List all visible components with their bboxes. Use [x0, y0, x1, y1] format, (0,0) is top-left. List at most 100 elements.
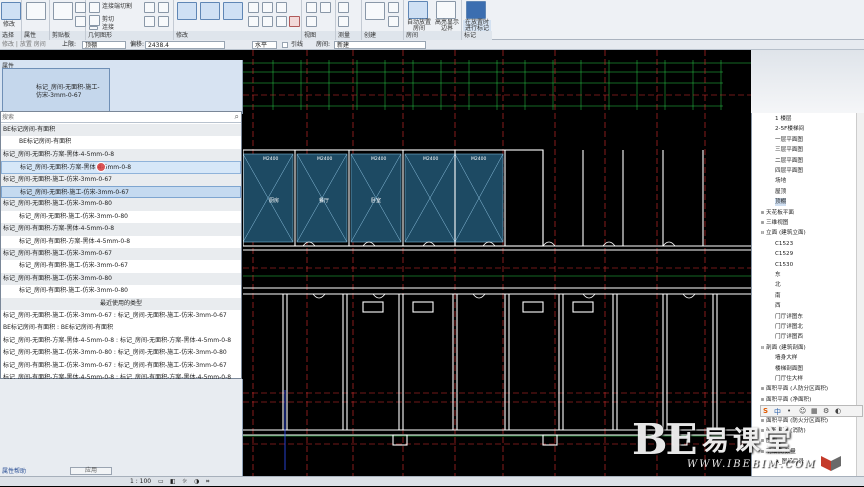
- type-option[interactable]: 标记_房间-无面积-施工-仿宋-3mm-0-80 : 标记_房间-无面积-施工-…: [1, 347, 241, 359]
- dimension-icon[interactable]: [338, 16, 349, 27]
- browser-tree-item[interactable]: 场地: [775, 177, 786, 185]
- measure-icon[interactable]: [338, 2, 349, 13]
- copy-icon[interactable]: [75, 16, 86, 27]
- mirror-icon[interactable]: [223, 2, 243, 20]
- project-browser-scrollbar[interactable]: [856, 113, 864, 486]
- cut-icon[interactable]: [75, 2, 86, 13]
- browser-tree-item[interactable]: ⊟ 剖面 (建筑剖面): [761, 344, 806, 352]
- leader-checkbox[interactable]: [282, 42, 288, 48]
- apply-button[interactable]: 应用: [70, 467, 112, 475]
- browser-tree-item[interactable]: 楼梯剖面图: [775, 365, 803, 373]
- type-option[interactable]: 标记_房间-无面积-方案-黑体-4-5mm-0-8: [1, 161, 241, 174]
- browser-tree-item[interactable]: 三层平面图: [775, 146, 803, 154]
- browser-tree-item[interactable]: 北: [775, 281, 781, 289]
- tag-on-placement-icon[interactable]: [466, 1, 486, 19]
- copy-element-icon[interactable]: [262, 2, 273, 13]
- browser-tree-item[interactable]: 二层平面图: [775, 157, 803, 165]
- browser-tree-item[interactable]: 1 楼层: [775, 115, 792, 123]
- type-option[interactable]: 标记_房间-无面积-方案-黑体-4-5mm-0-8 : 标记_房间-无面积-方案…: [1, 335, 241, 347]
- type-option[interactable]: 标记_房间-有面积-施工-仿宋-3mm-0-67: [1, 260, 241, 272]
- type-search-input[interactable]: [2, 113, 227, 122]
- properties-help-link[interactable]: 属性帮助: [2, 466, 26, 475]
- browser-tree-item[interactable]: 门厅详图东: [775, 313, 803, 321]
- browser-tree-item[interactable]: ⊞ 面积平面 (净面积): [761, 396, 811, 404]
- browser-tree-item[interactable]: ⊟ 立面 (建筑立面): [761, 229, 806, 237]
- create-part-icon[interactable]: [365, 2, 385, 20]
- modify-arrow-icon[interactable]: [1, 2, 21, 20]
- type-option[interactable]: 标记_房间-有面积-施工-仿宋-3mm-0-67 : 标记_房间-有面积-施工-…: [1, 360, 241, 372]
- browser-tree-item[interactable]: 墙身大样: [775, 354, 797, 362]
- type-option[interactable]: 标记_房间-无面积-施工-仿宋-3mm-0-67: [1, 186, 241, 199]
- search-icon[interactable]: ⌕: [235, 112, 239, 122]
- browser-tree-item[interactable]: 四层平面图: [775, 167, 803, 175]
- align-icon[interactable]: [177, 2, 197, 20]
- move-icon[interactable]: [248, 2, 259, 13]
- expand-icon[interactable]: ⊞: [761, 397, 764, 403]
- browser-tree-item[interactable]: 门厅详图西: [775, 333, 803, 341]
- type-option[interactable]: BE标记房间-有面积 : BE标记房间-有面积: [1, 322, 241, 334]
- drawing-canvas[interactable]: M2400 M2400 M2400 M2400 M2400 厨房 餐厅 卧室: [243, 50, 751, 476]
- highlight-boundary-icon[interactable]: [436, 1, 456, 19]
- auto-place-room-icon[interactable]: [408, 1, 428, 19]
- upper-limit-select[interactable]: 顶棚: [82, 41, 126, 49]
- expand-icon[interactable]: ⊞: [761, 210, 764, 216]
- expand-icon[interactable]: ⊞: [761, 220, 764, 226]
- properties-icon[interactable]: [26, 2, 46, 20]
- ribbon-group-label: 修改: [174, 31, 301, 40]
- type-option[interactable]: 标记_房间-无面积-施工-仿宋-3mm-0-67 : 标记_房间-无面积-施工-…: [1, 310, 241, 322]
- collapse-icon[interactable]: ⊟: [761, 345, 764, 351]
- type-option[interactable]: 标记_房间-有面积-施工-仿宋-3mm-0-80: [1, 285, 241, 297]
- browser-tree-item[interactable]: 屋顶: [775, 188, 786, 196]
- browser-tree-item[interactable]: ⊞ 面积平面 (人防分区面积): [761, 385, 828, 393]
- emoji-icon[interactable]: ☺: [799, 407, 806, 415]
- browser-tree-item[interactable]: 门厅详图北: [775, 323, 803, 331]
- browser-tree-item[interactable]: C1530: [775, 261, 793, 269]
- orientation-select[interactable]: 水平: [252, 41, 277, 49]
- override-icon[interactable]: [320, 2, 331, 13]
- rotate-icon[interactable]: [276, 2, 287, 13]
- browser-tree-item[interactable]: C1523: [775, 240, 793, 248]
- type-option[interactable]: BE标记房间-有面积: [1, 136, 241, 148]
- join-icon[interactable]: [89, 26, 98, 30]
- browser-tree-item[interactable]: 南: [775, 292, 781, 300]
- linework-icon[interactable]: [306, 16, 317, 27]
- browser-tree-item[interactable]: 东: [775, 271, 781, 279]
- scale-icon[interactable]: [276, 16, 287, 27]
- browser-item-label: 南: [775, 292, 781, 299]
- collapse-icon[interactable]: ⊟: [761, 230, 764, 236]
- settings-icon[interactable]: ⚙: [823, 407, 829, 415]
- type-selector-name[interactable]: 标记_房间-无面积-施工- 仿宋-3mm-0-67: [36, 84, 100, 100]
- demolish-icon[interactable]: [158, 16, 169, 27]
- offset-value: 2438.4: [148, 42, 169, 49]
- wall-join-icon[interactable]: [144, 16, 155, 27]
- create-group-icon[interactable]: [388, 2, 399, 13]
- trim-icon[interactable]: [248, 16, 259, 27]
- browser-tree-item[interactable]: 西: [775, 302, 781, 310]
- expand-icon[interactable]: ⊞: [761, 386, 764, 392]
- offset-icon[interactable]: [200, 2, 220, 20]
- keyboard-icon[interactable]: ▦: [811, 407, 818, 415]
- sogou-icon[interactable]: S: [763, 407, 768, 415]
- type-option[interactable]: 标记_房间-有面积-方案-黑体-4-5mm-0-8: [1, 236, 241, 248]
- browser-tree-item[interactable]: ⊞ 天花板平面: [761, 209, 794, 217]
- room-select[interactable]: 新建: [334, 41, 426, 49]
- browser-tree-item[interactable]: C1529: [775, 250, 793, 258]
- create-similar-icon[interactable]: [388, 16, 399, 27]
- cut-geometry-icon[interactable]: [89, 15, 100, 26]
- split-face-icon[interactable]: [158, 2, 169, 13]
- hide-icon[interactable]: [306, 2, 317, 13]
- browser-tree-item[interactable]: 门厅住大样: [775, 375, 803, 383]
- browser-tree-item[interactable]: 一层平面图: [775, 136, 803, 144]
- browser-tree-item[interactable]: ⊞ 三维视图: [761, 219, 788, 227]
- paste-icon[interactable]: [53, 2, 73, 20]
- skin-icon[interactable]: ◐: [835, 407, 841, 415]
- cope-icon[interactable]: [89, 2, 100, 13]
- delete-icon[interactable]: [289, 16, 300, 27]
- browser-tree-item[interactable]: 2-5F楼梯间: [775, 125, 804, 133]
- offset-input[interactable]: 2438.4: [145, 41, 225, 49]
- array-icon[interactable]: [262, 16, 273, 27]
- punctuation-icon[interactable]: •: [787, 407, 791, 415]
- type-option[interactable]: 标记_房间-无面积-施工-仿宋-3mm-0-80: [1, 211, 241, 223]
- paint-icon[interactable]: [144, 2, 155, 13]
- browser-tree-item[interactable]: 顶棚: [775, 198, 787, 207]
